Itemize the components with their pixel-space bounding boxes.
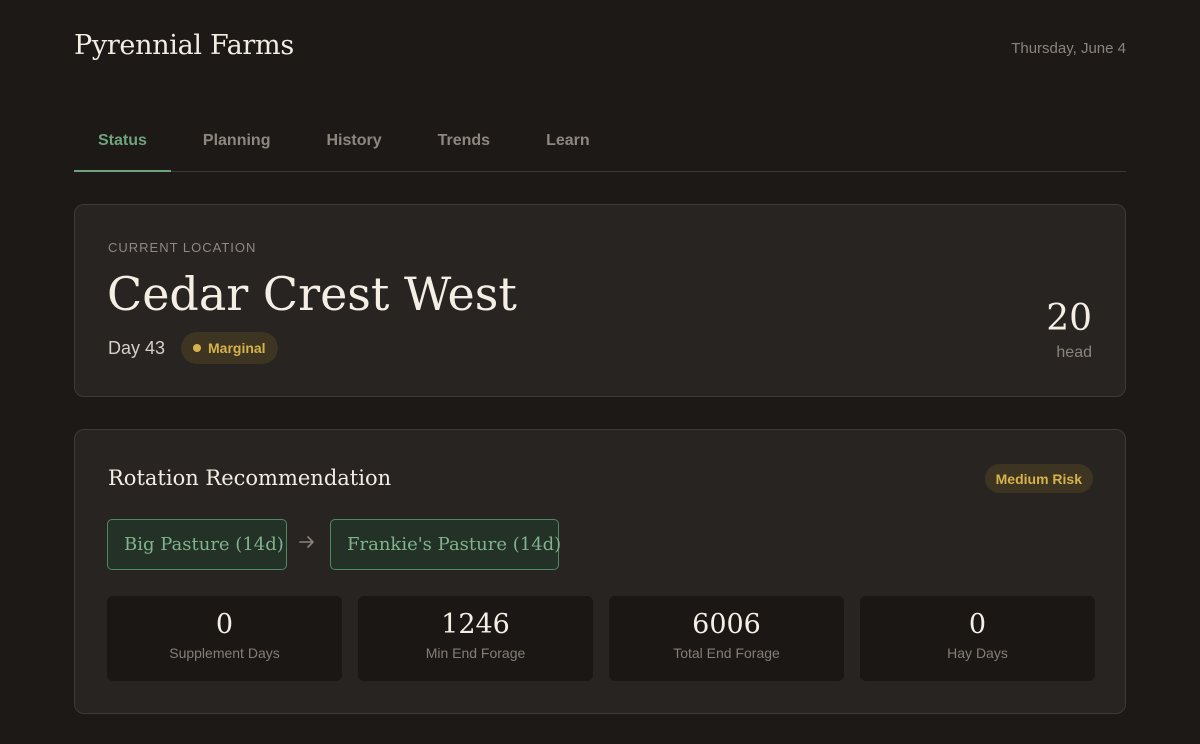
stat-value: 0	[968, 609, 987, 640]
risk-badge: Medium Risk	[984, 464, 1093, 493]
tab-bar: Status Planning History Trends Learn	[74, 118, 1126, 172]
arrow-right-icon-svg	[299, 536, 314, 548]
stat-value: 1246	[441, 609, 510, 640]
tab-learn[interactable]: Learn	[522, 118, 614, 171]
location-label: CURRENT LOCATION	[108, 240, 257, 255]
head-label: head	[1056, 344, 1092, 361]
stat-total-end-forage: 6006 Total End Forage	[609, 596, 844, 681]
stat-label: Hay Days	[947, 645, 1008, 661]
status-badge-label: Marginal	[208, 340, 266, 356]
current-date: Thursday, June 4	[1011, 40, 1126, 57]
stat-label: Total End Forage	[673, 645, 780, 661]
location-day: Day 43	[108, 338, 166, 358]
head-count: 20	[1046, 298, 1092, 339]
tab-planning[interactable]: Planning	[179, 118, 295, 171]
pasture-from-chip[interactable]: Big Pasture (14d)	[107, 519, 287, 570]
rotation-recommendation-card: Rotation Recommendation Medium Risk Big …	[74, 429, 1126, 714]
header: Pyrennial Farms Thursday, June 4	[74, 0, 1126, 100]
current-location-card: CURRENT LOCATION Cedar Crest West Day 43…	[74, 204, 1126, 397]
arrow-right-icon	[298, 533, 316, 557]
rotation-title: Rotation Recommendation	[108, 466, 392, 490]
stat-value: 6006	[692, 609, 761, 640]
stat-label: Supplement Days	[169, 645, 280, 661]
tab-history[interactable]: History	[302, 118, 405, 171]
app-container: Pyrennial Farms Thursday, June 4 Status …	[74, 0, 1126, 714]
stat-supplement-days: 0 Supplement Days	[107, 596, 342, 681]
stat-value: 0	[215, 609, 234, 640]
stat-min-end-forage: 1246 Min End Forage	[358, 596, 593, 681]
brand-title: Pyrennial Farms	[74, 30, 294, 61]
location-name: Cedar Crest West	[107, 267, 517, 321]
stat-label: Min End Forage	[425, 645, 526, 661]
rotation-stats: 0 Supplement Days 1246 Min End Forage 60…	[107, 596, 1095, 681]
stat-hay-days: 0 Hay Days	[860, 596, 1095, 681]
tab-trends[interactable]: Trends	[414, 118, 514, 171]
status-badge: Marginal	[181, 332, 278, 364]
status-dot-icon	[193, 344, 201, 352]
tab-status[interactable]: Status	[74, 118, 171, 172]
pasture-to-chip[interactable]: Frankie's Pasture (14d)	[330, 519, 561, 570]
